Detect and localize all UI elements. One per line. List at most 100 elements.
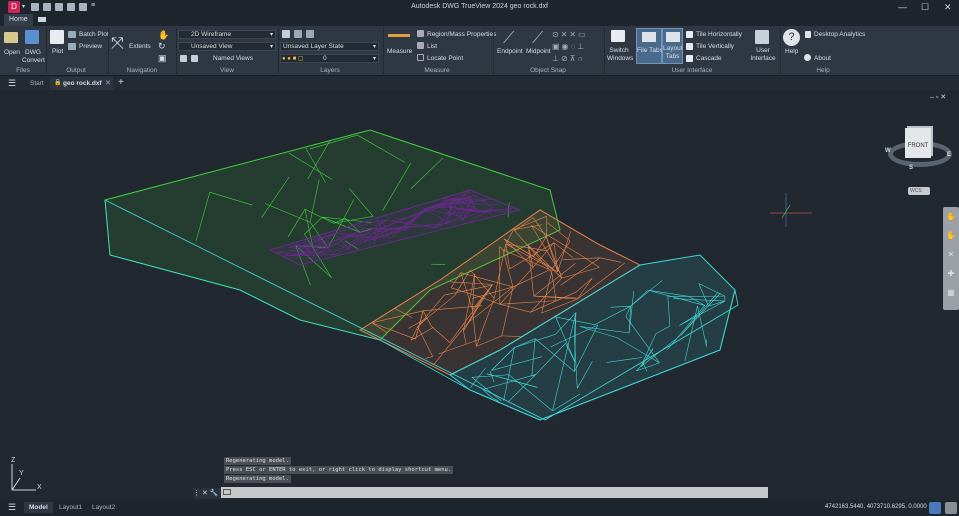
switch-windows-button[interactable]: Switch Windows xyxy=(607,47,633,63)
showmotion-icon[interactable]: ▣ xyxy=(158,53,167,64)
command-prompt-icon xyxy=(223,489,231,495)
preview-icon xyxy=(68,43,76,50)
view-cube-icon[interactable] xyxy=(180,55,187,62)
status-bar xyxy=(0,500,959,516)
tab-layout1[interactable]: Layout1 xyxy=(59,504,82,511)
panel-label-help: Help xyxy=(816,67,830,74)
command-history: Regenerating model. Press ESC or ENTER t… xyxy=(224,457,624,484)
file-tabs-icon xyxy=(642,32,656,42)
panel-label-navigation: Navigation xyxy=(126,67,158,74)
layer-isolate-icon[interactable] xyxy=(306,30,314,38)
tab-start[interactable]: Start xyxy=(30,80,44,87)
tab-model[interactable]: Model xyxy=(24,502,53,513)
desktop-analytics-button[interactable]: Desktop Analytics xyxy=(814,31,865,38)
layer-previous-icon[interactable] xyxy=(294,30,302,38)
ucs-z-label: Z xyxy=(11,457,16,464)
maximize-button[interactable]: ☐ xyxy=(921,2,929,13)
history-line: Regenerating model. xyxy=(224,457,291,465)
navigation-bar[interactable]: ✋ ✋ ✕ ✚ ▦ xyxy=(943,207,959,310)
command-line-controls: ⋮ ✕ 🔧 xyxy=(193,488,221,499)
close-button[interactable]: ✕ xyxy=(944,2,952,13)
batch-plot-button[interactable]: Batch Plot xyxy=(79,31,109,38)
tab-label: geo rock.dxf xyxy=(63,80,102,87)
workspace-icon[interactable] xyxy=(929,502,941,514)
visual-style-dropdown[interactable]: 2D Wireframe xyxy=(178,30,276,39)
open-button[interactable]: Open xyxy=(4,49,20,56)
list-icon xyxy=(417,42,424,49)
cascade-button[interactable]: Cascade xyxy=(696,55,722,62)
close-command-icon[interactable]: ✕ xyxy=(202,490,208,497)
zoom-extents-icon: ⤧ xyxy=(111,35,124,52)
tile-horizontally-button[interactable]: Tile Horizontally xyxy=(696,31,742,38)
customize-command-icon[interactable]: 🔧 xyxy=(210,490,219,497)
dwg-convert-icon xyxy=(25,30,39,44)
named-view-dropdown[interactable]: Unsaved View xyxy=(178,42,276,51)
desktop-analytics-icon xyxy=(805,31,811,38)
close-tab-icon[interactable]: ✕ xyxy=(105,79,111,87)
midpoint-icon: ⟋ xyxy=(532,30,544,47)
about-button[interactable]: About xyxy=(814,55,831,62)
help-icon: ? xyxy=(783,29,800,46)
tile-horizontally-icon xyxy=(686,31,693,38)
locate-point-icon xyxy=(417,54,424,61)
wcs-menu[interactable]: WCS xyxy=(908,187,930,195)
tab-geo-rock[interactable]: 🔒 geo rock.dxf ✕ xyxy=(50,77,113,90)
menu-icon[interactable]: ☰ xyxy=(8,78,16,89)
orbit-icon[interactable]: ↻ xyxy=(158,41,166,52)
layer-properties-icon[interactable] xyxy=(282,30,290,38)
tile-vertically-button[interactable]: Tile Vertically xyxy=(696,43,734,50)
nav-bar-icons[interactable]: ✋ ✋ ✕ ✚ ▦ xyxy=(943,207,959,302)
ucs-y-label: Y xyxy=(19,470,24,477)
list-button[interactable]: List xyxy=(427,43,437,50)
viewcube-front[interactable]: FRONT xyxy=(905,128,931,158)
panel-label-output: Output xyxy=(66,67,86,74)
window-title: Autodesk DWG TrueView 2024 geo rock.dxf xyxy=(411,3,548,10)
panel-label-measure: Measure xyxy=(424,67,450,74)
dwg-convert-button[interactable]: DWG Convert xyxy=(22,49,45,65)
preview-button[interactable]: Preview xyxy=(79,43,102,50)
cascade-icon xyxy=(686,55,693,62)
help-button[interactable]: Help xyxy=(785,48,798,55)
region-mass-properties-button[interactable]: Region/Mass Properties xyxy=(427,31,496,38)
region-mass-icon xyxy=(417,30,424,37)
workspace-icon[interactable] xyxy=(38,17,46,22)
extents-button[interactable]: Extents xyxy=(129,43,151,50)
history-line: Regenerating model. xyxy=(224,475,291,483)
panel-label-object-snap: Object Snap xyxy=(530,67,566,74)
minimize-button[interactable]: — xyxy=(898,2,907,12)
batch-plot-icon xyxy=(68,31,76,38)
compass-south[interactable]: S xyxy=(909,165,913,171)
endpoint-button[interactable]: Endpoint xyxy=(497,48,523,55)
panel-label-layers: Layers xyxy=(320,67,340,74)
user-interface-icon xyxy=(755,30,769,44)
plot-icon xyxy=(50,30,64,44)
layout-tabs-button[interactable]: Layout Tabs xyxy=(662,28,683,64)
history-line: Press ESC or ENTER to exit, or right cli… xyxy=(224,466,454,474)
new-tab-button[interactable]: + xyxy=(118,77,124,88)
locate-point-button[interactable]: Locate Point xyxy=(427,55,463,62)
layer-state-dropdown[interactable]: Unsaved Layer State xyxy=(280,42,379,51)
command-input[interactable] xyxy=(221,487,768,498)
named-views-button[interactable]: Named Views xyxy=(213,55,253,62)
compass-east[interactable]: E xyxy=(947,152,951,158)
customization-icon[interactable] xyxy=(945,502,957,514)
plot-button[interactable]: Plot xyxy=(52,48,63,55)
grip-icon[interactable]: ⋮ xyxy=(193,490,200,497)
compass-west[interactable]: W xyxy=(885,148,891,154)
midpoint-button[interactable]: Midpoint xyxy=(526,48,551,55)
layout-tabs-label: Layout Tabs xyxy=(663,45,683,60)
ucs-crosshair xyxy=(770,193,812,227)
measure-button[interactable]: Measure xyxy=(387,48,412,55)
panel-label-user-interface: User Interface xyxy=(671,67,713,74)
user-interface-button[interactable]: User Interface xyxy=(750,47,776,63)
layout-menu-icon[interactable]: ☰ xyxy=(8,502,16,513)
pan-icon[interactable]: ✋ xyxy=(158,30,169,41)
file-tabs-button[interactable]: File Tabs xyxy=(636,28,663,64)
panel-label-view: View xyxy=(220,67,234,74)
view-manager-icon[interactable] xyxy=(191,55,198,62)
snap-modes-grid[interactable]: ⊙✕✕▭ ▣◉◌⊥ ⊥⊘⊼∩ xyxy=(552,29,592,65)
mesh-lines xyxy=(104,129,739,421)
tab-home[interactable]: Home xyxy=(4,14,33,26)
panel-label-files: Files xyxy=(16,67,30,74)
tab-layout2[interactable]: Layout2 xyxy=(92,504,115,511)
